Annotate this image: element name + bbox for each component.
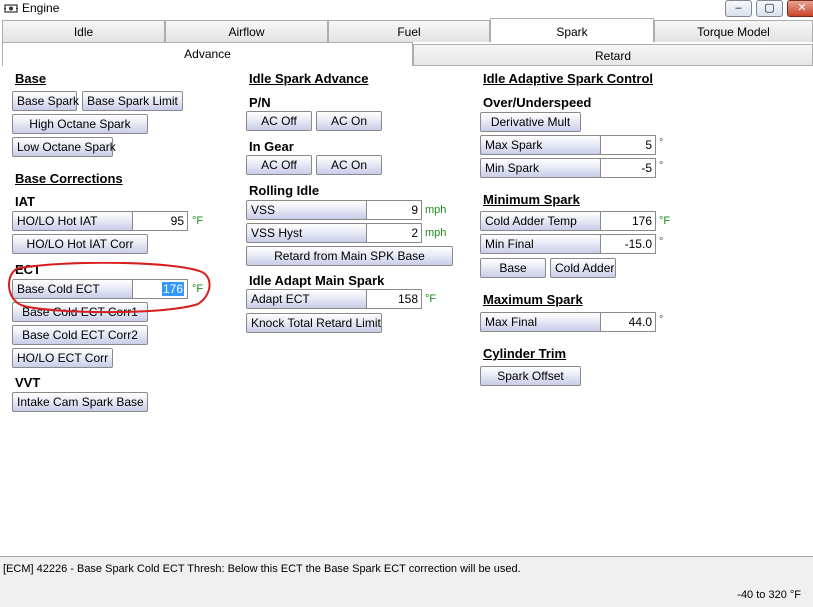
base-cold-ect-value[interactable]: 176 <box>132 279 188 299</box>
derivative-mult-button[interactable]: Derivative Mult <box>480 112 581 132</box>
tab-torque-model[interactable]: Torque Model <box>654 20 813 42</box>
pn-label: P/N <box>249 95 271 110</box>
max-final-value[interactable]: 44.0 <box>600 312 656 332</box>
min-spark-value[interactable]: -5 <box>600 158 656 178</box>
in-gear-label: In Gear <box>249 139 294 154</box>
idle-adaptive-spark-control-header: Idle Adaptive Spark Control <box>483 71 653 86</box>
base-header: Base <box>15 71 47 86</box>
cold-adder-temp-value[interactable]: 176 <box>600 211 656 231</box>
vss-button[interactable]: VSS <box>246 200 367 220</box>
tab-idle[interactable]: Idle <box>2 20 165 42</box>
cold-adder-temp-button[interactable]: Cold Adder Temp <box>480 211 601 231</box>
min-final-value[interactable]: -15.0 <box>600 234 656 254</box>
advance-panel: Base Base Spark Base Spark Limit High Oc… <box>0 66 813 554</box>
base-cold-ect-button[interactable]: Base Cold ECT <box>12 279 133 299</box>
base-corrections-header: Base Corrections <box>15 171 123 186</box>
max-spark-button[interactable]: Max Spark <box>480 135 601 155</box>
maximum-spark-header: Maximum Spark <box>483 292 583 307</box>
status-bar: [ECM] 42226 - Base Spark Cold ECT Thresh… <box>0 556 813 607</box>
base-cold-ect-corr2-button[interactable]: Base Cold ECT Corr2 <box>12 325 148 345</box>
intake-cam-spark-base-button[interactable]: Intake Cam Spark Base <box>12 392 148 412</box>
in-gear-ac-on-button[interactable]: AC On <box>316 155 382 175</box>
close-button[interactable]: ✕ <box>787 0 813 17</box>
min-spark-button[interactable]: Min Spark <box>480 158 601 178</box>
idle-spark-advance-header: Idle Spark Advance <box>249 71 369 86</box>
engine-app-icon <box>4 4 18 13</box>
adapt-ect-button[interactable]: Adapt ECT <box>246 289 367 309</box>
min-final-unit: ° <box>659 236 664 248</box>
cylinder-trim-header: Cylinder Trim <box>483 346 567 361</box>
vvt-label: VVT <box>15 375 41 390</box>
cold-adder-button[interactable]: Cold Adder <box>550 258 616 278</box>
vss-hyst-button[interactable]: VSS Hyst <box>246 223 367 243</box>
iat-label: IAT <box>15 194 35 209</box>
holo-hot-iat-value[interactable]: 95 <box>132 211 188 231</box>
title-bar: Engine – ▢ ✕ <box>0 0 813 18</box>
base-cold-ect-corr1-button[interactable]: Base Cold ECT Corr1 <box>12 302 148 322</box>
holo-hot-iat-button[interactable]: HO/LO Hot IAT <box>12 211 133 231</box>
over-underspeed-label: Over/Underspeed <box>483 95 592 110</box>
pn-ac-on-button[interactable]: AC On <box>316 111 382 131</box>
vss-value[interactable]: 9 <box>366 200 422 220</box>
minimize-button[interactable]: – <box>725 0 752 17</box>
holo-hot-iat-corr-button[interactable]: HO/LO Hot IAT Corr <box>12 234 148 254</box>
subtab-advance[interactable]: Advance <box>2 42 413 66</box>
minimum-spark-header: Minimum Spark <box>483 192 580 207</box>
idle-adapt-main-spark-label: Idle Adapt Main Spark <box>249 273 385 288</box>
adapt-ect-value[interactable]: 158 <box>366 289 422 309</box>
max-spark-unit: ° <box>659 137 664 149</box>
tab-airflow[interactable]: Airflow <box>165 20 328 42</box>
min-spark-unit: ° <box>659 160 664 172</box>
spark-offset-button[interactable]: Spark Offset <box>480 366 581 386</box>
status-message: [ECM] 42226 - Base Spark Cold ECT Thresh… <box>3 563 521 575</box>
vss-unit: mph <box>425 204 447 216</box>
cold-adder-temp-unit: °F <box>659 215 671 227</box>
high-octane-spark-button[interactable]: High Octane Spark <box>12 114 148 134</box>
status-range: -40 to 320 °F <box>737 589 801 601</box>
in-gear-ac-off-button[interactable]: AC Off <box>246 155 312 175</box>
base-cold-ect-unit: °F <box>192 283 204 295</box>
subtab-retard[interactable]: Retard <box>413 44 813 66</box>
main-tabs: Idle Airflow Fuel Spark Torque Model <box>0 18 813 42</box>
low-octane-spark-button[interactable]: Low Octane Spark <box>12 137 116 157</box>
min-final-button[interactable]: Min Final <box>480 234 601 254</box>
tab-spark[interactable]: Spark <box>490 18 654 42</box>
sub-tabs: Advance Retard <box>0 42 813 66</box>
pn-ac-off-button[interactable]: AC Off <box>246 111 312 131</box>
holo-ect-corr-button[interactable]: HO/LO ECT Corr <box>12 348 113 368</box>
retard-from-main-spk-base-button[interactable]: Retard from Main SPK Base <box>246 246 453 266</box>
base-spark-button[interactable]: Base Spark <box>12 91 79 111</box>
knock-total-retard-limit-button[interactable]: Knock Total Retard Limit <box>246 313 382 333</box>
max-spark-value[interactable]: 5 <box>600 135 656 155</box>
max-final-unit: ° <box>659 314 664 326</box>
rolling-idle-label: Rolling Idle <box>249 183 320 198</box>
max-final-button[interactable]: Max Final <box>480 312 601 332</box>
window-title: Engine <box>22 1 60 15</box>
vss-hyst-value[interactable]: 2 <box>366 223 422 243</box>
maximize-button[interactable]: ▢ <box>756 0 783 17</box>
tab-fuel[interactable]: Fuel <box>328 20 490 42</box>
ect-label: ECT <box>15 262 41 277</box>
adapt-ect-unit: °F <box>425 293 437 305</box>
vss-hyst-unit: mph <box>425 227 447 239</box>
base-cold-ect-selected-text: 176 <box>161 282 184 296</box>
holo-hot-iat-unit: °F <box>192 215 204 227</box>
base-spark-limit-button[interactable]: Base Spark Limit <box>82 91 183 111</box>
min-spark-base-button[interactable]: Base <box>480 258 546 278</box>
